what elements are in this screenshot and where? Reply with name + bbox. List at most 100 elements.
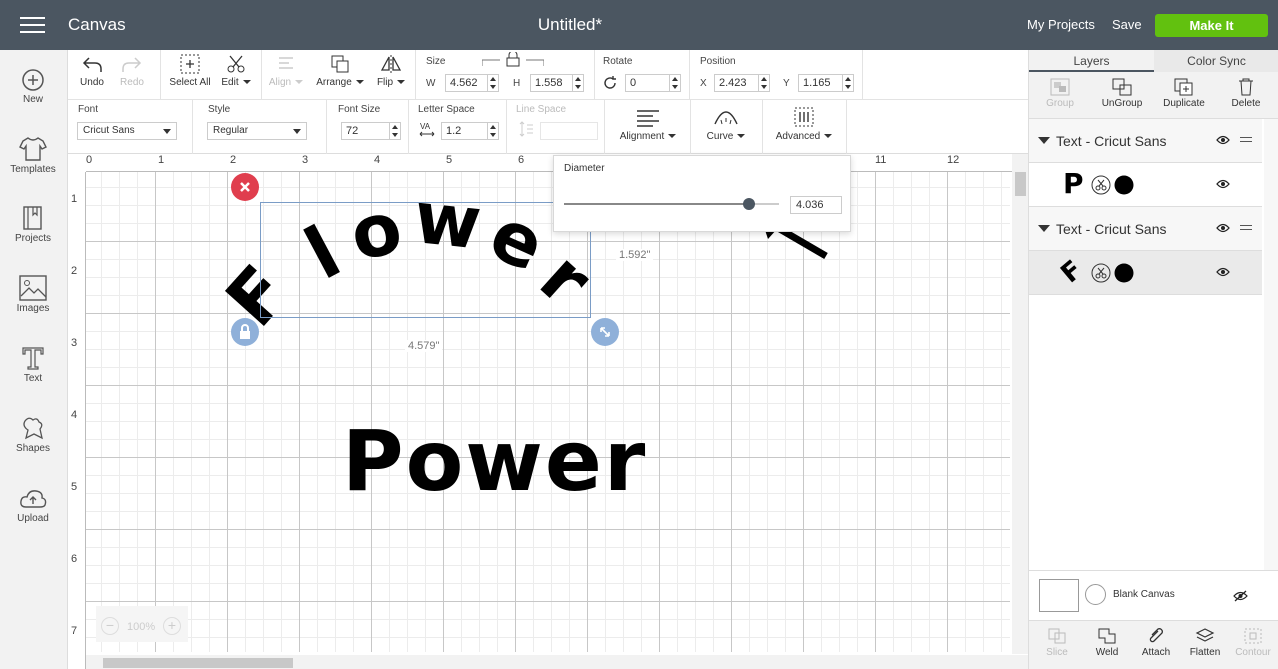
- slice-label: Slice: [1046, 647, 1068, 658]
- select-all-icon: [180, 54, 200, 74]
- style-select[interactable]: Regular: [207, 122, 307, 140]
- advanced-dropdown[interactable]: Advanced: [772, 106, 836, 142]
- undo-button[interactable]: Undo: [76, 54, 108, 88]
- duplicate-button[interactable]: Duplicate: [1153, 78, 1215, 109]
- width-stepper[interactable]: [487, 75, 498, 91]
- save-button[interactable]: Save: [1112, 17, 1142, 32]
- text-power[interactable]: Power: [342, 412, 647, 510]
- eye-off-icon[interactable]: [1233, 590, 1248, 602]
- arrange-dropdown[interactable]: Arrange: [314, 54, 366, 88]
- alignment-dropdown[interactable]: Alignment: [616, 108, 680, 142]
- sidebar-item-upload[interactable]: Upload: [0, 487, 66, 524]
- zoom-out-button[interactable]: −: [101, 617, 119, 635]
- slider-knob[interactable]: [742, 198, 755, 210]
- rotate-input[interactable]: 0: [625, 74, 681, 92]
- diameter-slider[interactable]: [564, 198, 779, 210]
- sidebar-item-label: New: [22, 94, 43, 105]
- canvas-color-swatch[interactable]: [1039, 579, 1079, 612]
- drag-handle-icon[interactable]: [1240, 137, 1252, 145]
- align-dropdown[interactable]: Align: [268, 54, 304, 88]
- drag-handle-icon[interactable]: [1240, 225, 1252, 233]
- contour-button[interactable]: Contour: [1228, 627, 1278, 658]
- scrollbar-thumb[interactable]: [103, 658, 293, 668]
- rotate-stepper[interactable]: [669, 75, 680, 91]
- line-space-input[interactable]: [540, 122, 598, 140]
- height-input[interactable]: 1.558: [530, 74, 584, 92]
- y-stepper[interactable]: [842, 75, 853, 91]
- sidebar-item-images[interactable]: Images: [0, 275, 66, 314]
- select-all-button[interactable]: Select All: [166, 54, 214, 88]
- curve-dropdown[interactable]: Curve: [700, 106, 752, 142]
- font-value: Cricut Sans: [83, 125, 135, 136]
- group-button[interactable]: Group: [1029, 78, 1091, 109]
- diameter-input[interactable]: 4.036: [790, 196, 842, 214]
- layer-item[interactable]: F: [1029, 251, 1262, 295]
- sidebar-item-new[interactable]: New: [0, 68, 66, 105]
- y-position-input[interactable]: 1.165: [798, 74, 854, 92]
- weld-button[interactable]: Weld: [1082, 627, 1132, 658]
- layer-group-header[interactable]: Text - Cricut Sans: [1029, 119, 1262, 163]
- slice-button[interactable]: Slice: [1032, 627, 1082, 658]
- slice-icon: [1048, 628, 1066, 644]
- lock-handle[interactable]: [231, 318, 259, 346]
- resize-handle[interactable]: [591, 318, 619, 346]
- document-title: Untitled*: [537, 15, 603, 34]
- delete-handle[interactable]: [231, 173, 259, 201]
- eye-icon[interactable]: [1216, 223, 1230, 233]
- sidebar-item-templates[interactable]: Templates: [0, 136, 66, 175]
- lock-icon[interactable]: [482, 52, 544, 68]
- x-stepper[interactable]: [758, 75, 769, 91]
- tab-color-sync[interactable]: Color Sync: [1154, 50, 1278, 72]
- letter-space-stepper[interactable]: [487, 123, 498, 139]
- sidebar-item-projects[interactable]: Projects: [0, 205, 66, 244]
- my-projects-link[interactable]: My Projects: [1027, 17, 1095, 32]
- cut-operation-icon[interactable]: [1091, 263, 1111, 283]
- color-swatch-icon[interactable]: [1114, 263, 1134, 283]
- divider: [862, 50, 863, 100]
- edit-dropdown[interactable]: Edit: [218, 54, 254, 88]
- x-position-input[interactable]: 2.423: [714, 74, 770, 92]
- attach-button[interactable]: Attach: [1131, 627, 1181, 658]
- sidebar-item-text[interactable]: Text: [0, 345, 66, 384]
- select-all-label: Select All: [169, 77, 211, 88]
- canvas-color-picker[interactable]: [1085, 584, 1106, 605]
- eye-icon[interactable]: [1216, 179, 1230, 189]
- width-input[interactable]: 4.562: [445, 74, 499, 92]
- ruler-tick-label: 2: [71, 265, 78, 277]
- chevron-down-icon[interactable]: [1038, 137, 1050, 144]
- ruler-tick-label: 2: [230, 154, 237, 166]
- scrollbar-thumb[interactable]: [1015, 172, 1026, 196]
- color-swatch-icon[interactable]: [1114, 175, 1134, 195]
- flatten-button[interactable]: Flatten: [1180, 627, 1230, 658]
- sidebar-item-shapes[interactable]: Shapes: [0, 415, 66, 454]
- make-it-button[interactable]: Make It: [1155, 14, 1268, 37]
- layer-group-header[interactable]: Text - Cricut Sans: [1029, 207, 1262, 251]
- font-size-input[interactable]: 72: [341, 122, 401, 140]
- height-stepper[interactable]: [572, 75, 583, 91]
- font-select[interactable]: Cricut Sans: [77, 122, 177, 140]
- vertical-scrollbar[interactable]: [1012, 154, 1028, 654]
- sidebar-item-label: Projects: [14, 233, 52, 244]
- selection-box[interactable]: [260, 202, 591, 318]
- horizontal-scrollbar[interactable]: [86, 655, 1028, 669]
- eye-icon[interactable]: [1216, 135, 1230, 145]
- flip-dropdown[interactable]: Flip: [373, 54, 409, 88]
- layers-scrollbar[interactable]: [1264, 119, 1278, 574]
- ungroup-button[interactable]: UnGroup: [1091, 78, 1153, 109]
- cut-operation-icon[interactable]: [1091, 175, 1111, 195]
- letter-space-input[interactable]: 1.2: [441, 122, 499, 140]
- redo-button[interactable]: Redo: [116, 54, 148, 88]
- tab-layers[interactable]: Layers: [1029, 50, 1154, 72]
- delete-button[interactable]: Delete: [1215, 78, 1277, 109]
- divider: [594, 50, 595, 100]
- eye-icon[interactable]: [1216, 267, 1230, 277]
- font-size-value: 72: [346, 125, 359, 137]
- layer-item[interactable]: P: [1029, 163, 1262, 207]
- curve-icon: [714, 111, 738, 125]
- design-canvas[interactable]: 0 1 2 3 4 5 6 7 8 9 10 11 12 1 1 2 3 4 5…: [68, 154, 1028, 669]
- zoom-in-button[interactable]: +: [163, 617, 181, 635]
- chevron-down-icon[interactable]: [1038, 225, 1050, 232]
- zoom-control: − 100% +: [96, 606, 188, 642]
- layer-group-title: Text - Cricut Sans: [1056, 133, 1167, 149]
- font-size-stepper[interactable]: [389, 123, 400, 139]
